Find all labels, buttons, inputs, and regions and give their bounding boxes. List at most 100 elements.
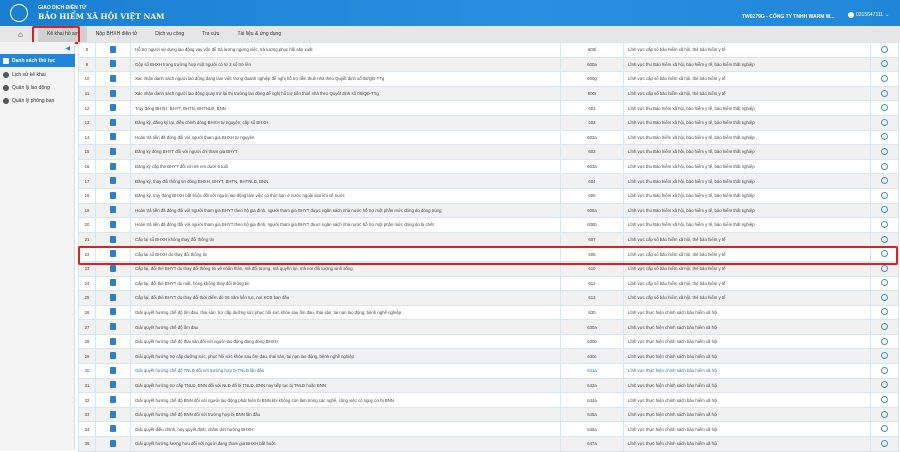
view-icon[interactable] (881, 206, 888, 214)
declare-cell[interactable] (95, 333, 131, 350)
view-cell[interactable] (870, 158, 899, 175)
procedure-name[interactable]: Đăng ký, truy đóng BHXH bắt buộc đối với… (130, 187, 561, 204)
table-row[interactable]: 19 Hoàn trả tiền đã đóng đối với người th… (78, 202, 899, 219)
collapse-sidebar-icon[interactable]: ◀ (65, 45, 70, 52)
document-icon[interactable] (110, 177, 116, 185)
view-cell[interactable] (870, 406, 899, 423)
view-icon[interactable] (881, 308, 888, 316)
table-row[interactable]: 30 Giải quyết hưởng chế độ TNLĐ đối với t… (78, 363, 899, 379)
procedure-name[interactable]: Giải quyết điều chỉnh, hủy quyết định, c… (130, 421, 561, 438)
procedure-name[interactable]: Giải quyết hưởng chế độ ốm đau, thai sản… (130, 304, 561, 321)
table-row[interactable]: 18 Đăng ký, truy đóng BHXH bắt buộc đối v… (78, 187, 899, 204)
document-icon[interactable] (110, 381, 116, 389)
procedure-name[interactable]: Đăng ký đóng BHYT đối với người chỉ tham… (130, 144, 561, 160)
procedure-name[interactable]: Xác nhận danh sách người lao động đang l… (130, 71, 561, 87)
view-cell[interactable] (870, 421, 899, 438)
view-cell[interactable] (870, 275, 899, 292)
table-row[interactable]: 32 Giải quyết hưởng chế độ BNN đối với ng… (78, 392, 899, 408)
view-icon[interactable] (881, 118, 888, 126)
declare-cell[interactable] (95, 114, 131, 131)
nav-nop-bhxh[interactable]: Nộp BHXH điện tử (87, 26, 146, 42)
table-row[interactable]: 9 Gộp sổ BHXH trong trường hợp một người … (78, 56, 899, 73)
view-icon[interactable] (881, 410, 888, 418)
declare-cell[interactable] (95, 304, 131, 321)
procedure-name[interactable]: Giải quyết hưởng lương hưu đối với người… (130, 436, 561, 452)
document-icon[interactable] (110, 396, 116, 404)
view-cell[interactable] (870, 202, 899, 219)
document-icon[interactable] (110, 206, 116, 214)
table-row[interactable]: 14 Hoàn trả tiền đã đóng đối với người th… (78, 129, 899, 146)
view-icon[interactable] (881, 60, 888, 68)
procedure-name[interactable]: Xác nhận danh sách người lao động quay t… (130, 85, 561, 102)
view-icon[interactable] (881, 74, 888, 82)
declare-cell[interactable] (95, 158, 131, 175)
view-cell[interactable] (870, 144, 899, 160)
declare-cell[interactable] (95, 42, 131, 58)
nav-tra-cuu[interactable]: Tra cứu (193, 26, 228, 42)
view-icon[interactable] (881, 89, 888, 97)
view-cell[interactable] (870, 85, 899, 102)
document-icon[interactable] (110, 60, 116, 68)
view-icon[interactable] (881, 177, 888, 185)
table-row[interactable]: 15 Đăng ký đóng BHYT đối với người chỉ th… (78, 144, 899, 160)
declare-cell[interactable] (95, 406, 131, 423)
view-cell[interactable] (870, 42, 899, 58)
declare-cell[interactable] (95, 56, 131, 73)
document-icon[interactable] (110, 293, 116, 301)
declare-cell[interactable] (95, 319, 131, 335)
procedure-name[interactable]: Giải quyết hưởng chế độ TNLĐ đối với trư… (130, 363, 561, 379)
document-icon[interactable] (110, 279, 116, 287)
view-cell[interactable] (870, 129, 899, 146)
view-cell[interactable] (870, 348, 899, 365)
view-cell[interactable] (870, 363, 899, 379)
table-row[interactable]: 24 Cấp lại, đổi thẻ BHYT do mất, hỏng khô… (78, 275, 899, 292)
view-icon[interactable] (881, 104, 888, 112)
procedure-name[interactable]: Hoàn trả tiền đã đóng đối với người tham… (130, 217, 561, 233)
procedure-name[interactable]: Cấp lại, đổi thẻ BHYT do thay đổi thời đ… (130, 290, 561, 306)
procedure-name[interactable]: Giải quyết hưởng trợ cấp dưỡng sức, phục… (130, 348, 561, 365)
document-icon[interactable] (110, 220, 116, 228)
table-row[interactable]: 35 Giải quyết hưởng lương hưu đối với ngư… (78, 436, 899, 452)
sidebar-item-lao-dong[interactable]: Quản lý lao động (0, 81, 75, 94)
document-icon[interactable] (110, 352, 116, 360)
declare-cell[interactable] (95, 377, 131, 394)
view-icon[interactable] (881, 323, 888, 331)
procedure-name[interactable]: Gộp sổ BHXH trong trường hợp một người c… (130, 56, 561, 73)
view-icon[interactable] (881, 366, 888, 374)
user-menu[interactable]: 0315647111 ⌄ (848, 12, 889, 18)
procedure-name[interactable]: Đăng ký, thay đổi thông tin đóng BHXH, B… (130, 173, 561, 189)
table-row[interactable]: 26 Giải quyết hưởng chế độ ốm đau, thai s… (78, 304, 899, 321)
declare-cell[interactable] (95, 436, 131, 452)
view-cell[interactable] (870, 377, 899, 394)
declare-cell[interactable] (95, 348, 131, 365)
table-row[interactable]: 25 Cấp lại, đổi thẻ BHYT do thay đổi thời… (78, 290, 899, 306)
view-cell[interactable] (870, 100, 899, 116)
declare-cell[interactable] (95, 144, 131, 160)
view-icon[interactable] (881, 425, 888, 433)
table-row[interactable]: 11 Xác nhận danh sách người lao động quay… (78, 85, 899, 102)
document-icon[interactable] (110, 264, 116, 272)
declare-cell[interactable] (95, 202, 131, 219)
document-icon[interactable] (110, 308, 116, 316)
table-row[interactable]: 21 Cấp lại sổ BHXH không thay đổi thông t… (78, 231, 899, 248)
table-row[interactable]: 27 Giải quyết hưởng chế độ ốm đau 630a Lĩnh… (78, 319, 899, 335)
declare-cell[interactable] (95, 290, 131, 306)
declare-cell[interactable] (95, 217, 131, 233)
view-icon[interactable] (881, 293, 888, 301)
document-icon[interactable] (110, 162, 116, 170)
table-row[interactable]: 8 Hỗ trợ người sử dụng lao động vay vốn đ… (78, 42, 899, 58)
declare-cell[interactable] (95, 231, 131, 248)
table-row[interactable]: 10 Xác nhận danh sách người lao động đang… (78, 71, 899, 87)
document-icon[interactable] (110, 410, 116, 418)
declare-cell[interactable] (95, 100, 131, 116)
view-cell[interactable] (870, 392, 899, 408)
document-icon[interactable] (110, 337, 116, 345)
procedure-name[interactable]: Cấp lại sổ BHXH không thay đổi thông tin (130, 231, 561, 248)
view-icon[interactable] (881, 162, 888, 170)
document-icon[interactable] (110, 425, 116, 433)
view-icon[interactable] (881, 235, 888, 243)
view-cell[interactable] (870, 173, 899, 189)
table-row[interactable]: 29 Giải quyết hưởng trợ cấp dưỡng sức, ph… (78, 348, 899, 365)
table-row[interactable]: 13 Đăng ký, đăng ký lại, điều chỉnh đóng … (78, 114, 899, 131)
document-icon[interactable] (110, 191, 116, 199)
